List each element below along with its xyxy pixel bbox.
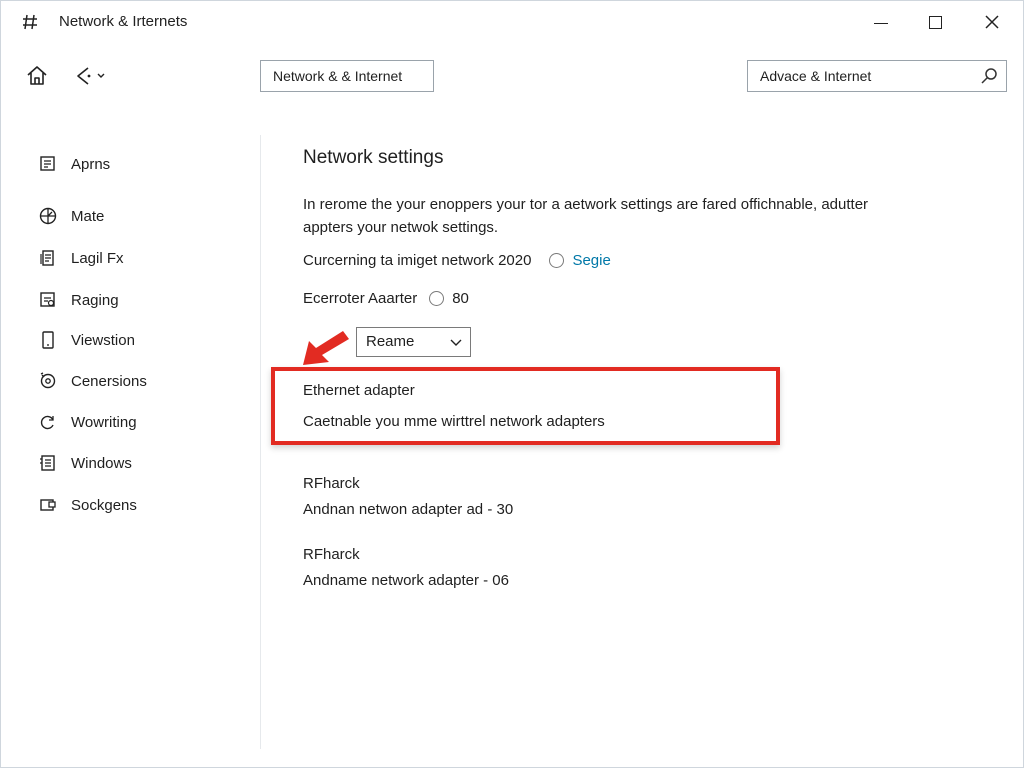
search-input[interactable] bbox=[748, 61, 972, 91]
sidebar-item-cenersions[interactable]: Cenersions bbox=[37, 368, 147, 394]
settings-icon bbox=[37, 370, 59, 392]
breadcrumb[interactable]: Network & & Internet bbox=[260, 60, 434, 92]
list-icon bbox=[37, 452, 59, 474]
sidebar-item-sockgens[interactable]: Sockgens bbox=[37, 492, 137, 518]
network-row: Curcerning ta imiget network 2020 Segie bbox=[303, 252, 611, 269]
sidebar-divider bbox=[260, 135, 261, 749]
image-icon bbox=[37, 289, 59, 311]
maximize-icon bbox=[928, 15, 942, 29]
minimize-icon bbox=[874, 22, 888, 24]
adapter-value: 80 bbox=[452, 290, 469, 307]
adapter-dropdown[interactable]: Reame bbox=[356, 327, 471, 357]
maximize-button[interactable] bbox=[921, 9, 949, 35]
sidebar-item-label: Mate bbox=[71, 207, 105, 225]
sidebar-item-windows[interactable]: Windows bbox=[37, 450, 132, 476]
adapter-label: Ecerroter Aaarter bbox=[303, 290, 418, 307]
highlight-box bbox=[271, 367, 780, 445]
sidebar-item-label: Raging bbox=[71, 291, 119, 309]
adapter-radio[interactable] bbox=[429, 291, 445, 306]
refresh-icon bbox=[37, 411, 59, 433]
minimize-button[interactable] bbox=[867, 9, 895, 35]
settings-description: In rerome the your enoppers your tor a a… bbox=[303, 193, 963, 239]
sidebar-item-label: Lagil Fx bbox=[71, 249, 124, 267]
pointer-arrow-icon bbox=[303, 331, 349, 365]
sidebar-item-label: Windows bbox=[71, 454, 132, 472]
sidebar-item-wowriting[interactable]: Wowriting bbox=[37, 409, 137, 435]
dropdown-selected: Reame bbox=[366, 333, 415, 350]
adapter-detail: Andname network adapter - 06 bbox=[303, 572, 509, 589]
search-box[interactable] bbox=[747, 60, 1007, 92]
sidebar-item-mate[interactable]: Mate bbox=[37, 203, 104, 229]
display-icon bbox=[37, 494, 59, 516]
sidebar-item-label: Cenersions bbox=[71, 372, 147, 390]
apps-icon bbox=[37, 153, 59, 175]
adapter-name[interactable]: RFharck bbox=[303, 546, 360, 563]
ethernet-adapter-subtitle: Caetnable you mme wirttrel network adapt… bbox=[303, 413, 605, 430]
page-title: Network settings bbox=[303, 147, 444, 168]
sidebar-item-label: Viewstion bbox=[71, 331, 135, 349]
title-bar: Network & Irternets bbox=[1, 1, 1023, 43]
description-line: appters your netwok settings. bbox=[303, 219, 499, 236]
sidebar-item-label: Wowriting bbox=[71, 413, 137, 431]
search-icon[interactable] bbox=[980, 67, 998, 85]
adapter-name[interactable]: RFharck bbox=[303, 475, 360, 492]
document-icon bbox=[37, 247, 59, 269]
network-radio[interactable] bbox=[549, 253, 565, 268]
sidebar-item-label: Sockgens bbox=[71, 496, 137, 514]
home-button[interactable] bbox=[25, 64, 49, 88]
sidebar-item-apps[interactable]: Aprns bbox=[37, 151, 110, 177]
adapter-row: Ecerroter Aaarter 80 bbox=[303, 290, 469, 307]
home-icon bbox=[27, 66, 47, 85]
chevron-down-icon bbox=[450, 339, 462, 346]
back-arrow-icon bbox=[77, 67, 105, 85]
window-title: Network & Irternets bbox=[59, 13, 188, 30]
back-button[interactable] bbox=[74, 64, 106, 88]
sidebar-item-viewstion[interactable]: Viewstion bbox=[37, 327, 135, 353]
adapter-detail: Andnan netwon adapter ad - 30 bbox=[303, 501, 514, 518]
sidebar-item-lagil-fx[interactable]: Lagil Fx bbox=[37, 245, 124, 271]
segie-link[interactable]: Segie bbox=[572, 252, 610, 269]
close-button[interactable] bbox=[978, 9, 1006, 35]
settings-window: Network & Irternets Network & & Internet… bbox=[0, 0, 1024, 768]
ethernet-adapter-title[interactable]: Ethernet adapter bbox=[303, 382, 415, 399]
sidebar-item-label: Aprns bbox=[71, 155, 111, 173]
close-icon bbox=[985, 15, 999, 29]
globe-icon bbox=[37, 205, 59, 227]
tablet-icon bbox=[37, 329, 59, 351]
description-line: In rerome the your enoppers your tor a a… bbox=[303, 196, 869, 213]
network-label: Curcerning ta imiget network 2020 bbox=[303, 252, 532, 269]
sidebar-item-raging[interactable]: Raging bbox=[37, 287, 119, 313]
app-menu-icon[interactable] bbox=[19, 11, 41, 33]
